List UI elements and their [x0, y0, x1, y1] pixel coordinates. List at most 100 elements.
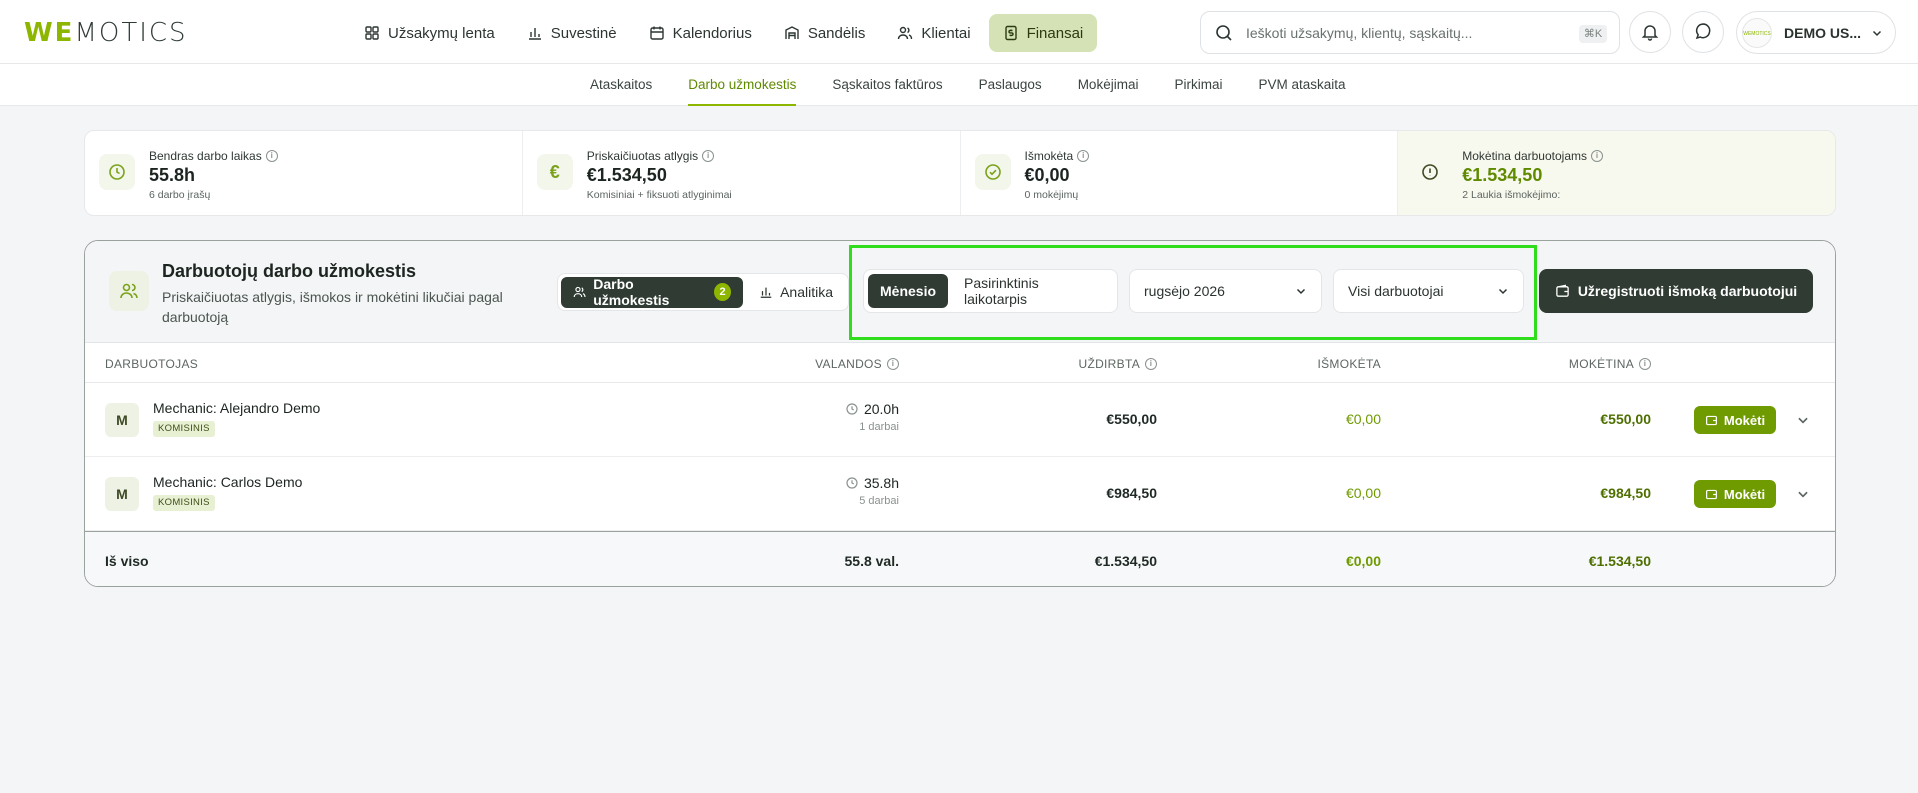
stat-sub: 2 Laukia išmokėjimo: — [1462, 189, 1561, 201]
stat-value: 55.8h — [149, 165, 196, 185]
chevron-down-icon[interactable] — [1796, 487, 1810, 501]
col-earned: UŽDIRBTA i — [1078, 357, 1157, 371]
info-icon[interactable]: i — [1077, 150, 1090, 162]
earned-cell: €984,50 — [1106, 485, 1157, 501]
table-total-row: Iš viso 55.8 val. €1.534,50 €0,00 €1.534… — [85, 531, 1835, 586]
search-bar[interactable]: Ieškoti užsakymų, klientų, sąskaitų... ⌘… — [1200, 11, 1620, 54]
hours-cell: 20.0h 1 darbai — [846, 401, 899, 433]
brand-logo[interactable]: WEMOTICS — [24, 18, 188, 48]
messages-button[interactable] — [1682, 11, 1724, 53]
earned-cell: €550,00 — [1106, 411, 1157, 427]
euro-icon: € — [536, 154, 573, 190]
nav-item-finance[interactable]: Finansai — [988, 14, 1098, 52]
tab-payroll[interactable]: Darbo užmokestis — [688, 64, 797, 106]
stat-paid: Išmokėta i €0,00 0 mokėjimų — [961, 131, 1399, 215]
avatar: WEMOTICS — [1742, 18, 1772, 48]
calendar-icon — [649, 26, 664, 40]
table-row[interactable]: M Mechanic: Carlos Demo KOMISINIS 35.8h … — [85, 457, 1835, 531]
avatar: M — [105, 403, 139, 437]
employee-select-value: Visi darbuotojai — [1348, 283, 1444, 299]
nav-item-label: Užsakymų lenta — [388, 24, 495, 42]
nav-item-summary[interactable]: Suvestinė — [513, 14, 631, 52]
main-nav: Užsakymų lenta Suvestinė Kalendorius San… — [350, 14, 1098, 52]
logo-rest: MOTICS — [74, 18, 188, 48]
view-toggle: Darbo užmokestis 2 Analitika — [557, 273, 849, 311]
nav-item-calendar[interactable]: Kalendorius — [635, 14, 766, 52]
clock-icon — [99, 154, 135, 190]
user-menu[interactable]: WEMOTICS DEMO US... — [1736, 11, 1896, 54]
col-label: DARBUOTOJAS — [105, 357, 199, 371]
info-icon[interactable]: i — [265, 150, 278, 162]
total-label: Iš viso — [105, 553, 149, 569]
users-icon — [573, 286, 586, 298]
stat-sub: 6 darbo įrašų — [149, 189, 211, 201]
tab-invoices[interactable]: Sąskaitos faktūros — [832, 64, 942, 106]
jobs-count: 1 darbai — [859, 421, 899, 433]
payable-cell: €984,50 — [1600, 485, 1651, 501]
nav-item-label: Finansai — [1026, 24, 1084, 42]
tab-vat-report[interactable]: PVM ataskaita — [1258, 64, 1345, 106]
tab-payments[interactable]: Mokėjimai — [1078, 64, 1139, 106]
stats-cards: Bendras darbo laikas i 55.8h 6 darbo įraš… — [84, 130, 1836, 216]
user-name: DEMO US... — [1784, 25, 1862, 41]
pay-button-label: Mokėti — [1723, 486, 1766, 502]
alert-circle-icon — [1412, 154, 1448, 190]
stat-value: €1.534,50 — [1462, 165, 1543, 185]
table-row[interactable]: M Mechanic: Alejandro Demo KOMISINIS 20.… — [85, 383, 1835, 457]
nav-item-warehouse[interactable]: Sandėlis — [770, 14, 880, 52]
chevron-down-icon — [1872, 30, 1882, 37]
info-icon[interactable]: i — [1145, 358, 1157, 370]
paid-cell: €0,00 — [1345, 485, 1381, 501]
nav-item-clients[interactable]: Klientai — [883, 14, 984, 52]
wallet-icon — [1556, 284, 1569, 297]
payroll-panel: Darbuotojų darbo užmokestis Priskaičiuot… — [84, 240, 1836, 587]
tab-reports[interactable]: Ataskaitos — [590, 64, 652, 106]
stat-sub: 0 mokėjimų — [1024, 189, 1079, 201]
period-custom-button[interactable]: Pasirinktinis laikotarpis — [952, 274, 1113, 308]
register-payment-button[interactable]: Užregistruoti išmoką darbuotojui — [1539, 269, 1813, 313]
stat-accrued-pay: € Priskaičiuotas atlygis i €1.534,50 Komi… — [523, 131, 961, 215]
nav-item-label: Sandėlis — [807, 24, 866, 42]
pay-type-badge: KOMISINIS — [153, 421, 215, 437]
month-select-value: rugsėjo 2026 — [1144, 283, 1225, 299]
hours-value: 35.8h — [863, 475, 899, 491]
col-employee: DARBUOTOJAS — [105, 357, 198, 371]
tab-analytics-view[interactable]: Analitika — [747, 277, 845, 308]
employee-name: Mechanic: Alejandro Demo — [153, 400, 321, 416]
pay-button[interactable]: Mokėti — [1694, 406, 1776, 434]
clock-icon — [846, 477, 858, 489]
total-hours: 55.8 val. — [844, 553, 900, 569]
nav-item-label: Kalendorius — [672, 24, 752, 42]
tab-label: Analitika — [780, 284, 833, 300]
notifications-button[interactable] — [1629, 11, 1671, 53]
dollar-doc-icon — [1004, 25, 1017, 41]
nav-item-orders-board[interactable]: Užsakymų lenta — [350, 14, 509, 52]
hours-cell: 35.8h 5 darbai — [846, 475, 899, 507]
employee-select[interactable]: Visi darbuotojai — [1333, 269, 1524, 313]
col-payable: MOKĖTINA i — [1569, 357, 1651, 371]
month-select[interactable]: rugsėjo 2026 — [1129, 269, 1322, 313]
info-icon[interactable]: i — [887, 358, 899, 370]
pay-type-badge: KOMISINIS — [153, 495, 215, 511]
tab-purchases[interactable]: Pirkimai — [1174, 64, 1222, 106]
search-icon — [1216, 25, 1232, 41]
top-bar: WEMOTICS Užsakymų lenta Suvestinė Kalend… — [0, 0, 1918, 64]
info-icon[interactable]: i — [1639, 358, 1651, 370]
tab-services[interactable]: Paslaugos — [979, 64, 1042, 106]
stat-label: Priskaičiuotas atlygis — [586, 149, 699, 163]
wallet-icon — [1705, 489, 1717, 499]
stat-sub: Komisiniai + fiksuoti atlyginimai — [586, 189, 732, 201]
check-circle-icon — [974, 154, 1011, 190]
wallet-icon — [1705, 415, 1717, 425]
avatar: M — [105, 477, 139, 511]
chevron-down-icon[interactable] — [1796, 413, 1810, 427]
paid-cell: €0,00 — [1345, 411, 1381, 427]
info-icon[interactable]: i — [1590, 150, 1603, 162]
period-monthly-button[interactable]: Mėnesio — [868, 274, 949, 308]
stat-payable: Mokėtina darbuotojams i €1.534,50 2 Lauki… — [1398, 131, 1835, 215]
hours-value: 20.0h — [863, 401, 899, 417]
tab-payroll-view[interactable]: Darbo užmokestis 2 — [561, 276, 744, 308]
pay-button[interactable]: Mokėti — [1694, 480, 1776, 508]
search-placeholder: Ieškoti užsakymų, klientų, sąskaitų... — [1246, 25, 1473, 41]
info-icon[interactable]: i — [702, 150, 715, 162]
